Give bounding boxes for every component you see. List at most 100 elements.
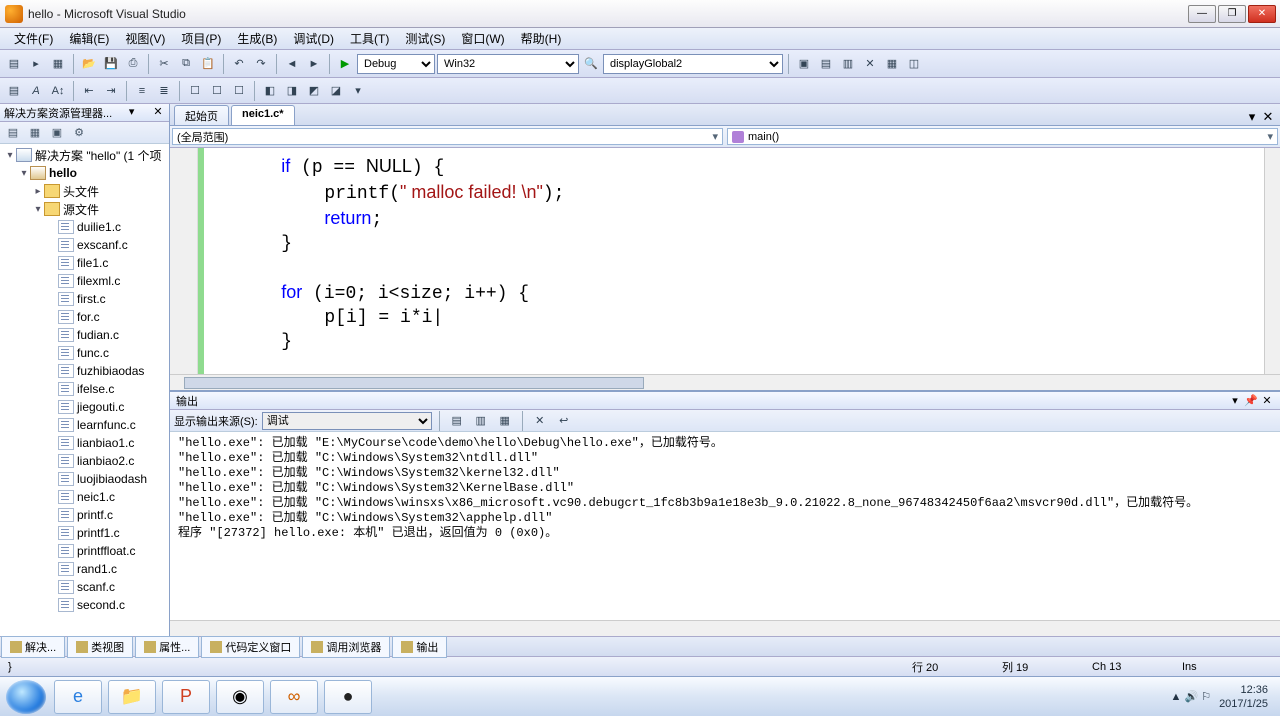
new-project-button[interactable]: ▤ (4, 54, 24, 74)
scope-select[interactable]: (全局范围)▾ (172, 128, 723, 145)
tb2-a[interactable]: ▤ (4, 81, 24, 101)
code-editor[interactable]: if (p == NULL) { printf(" malloc failed!… (170, 148, 1280, 374)
output-hscrollbar[interactable] (170, 620, 1280, 636)
comment-button[interactable]: ≡ (132, 81, 152, 101)
open-button[interactable]: 📂 (79, 54, 99, 74)
out-tb-c[interactable]: ▦ (495, 411, 515, 431)
save-all-button[interactable]: ⎙ (123, 54, 143, 74)
tb2-g[interactable]: ◧ (260, 81, 280, 101)
tab-close-button[interactable]: ✕ (1260, 109, 1276, 125)
output-text[interactable]: "hello.exe": 已加载 "E:\MyCourse\code\demo\… (170, 432, 1280, 620)
out-tb-b[interactable]: ▥ (471, 411, 491, 431)
file-item[interactable]: rand1.c (0, 560, 169, 578)
file-item[interactable]: scanf.c (0, 578, 169, 596)
redo-button[interactable]: ↷ (251, 54, 271, 74)
start-debug-button[interactable]: ▶ (335, 54, 355, 74)
new-item-button[interactable]: ▸ (26, 54, 46, 74)
menu-1[interactable]: 编辑(E) (61, 28, 117, 49)
menu-6[interactable]: 工具(T) (342, 28, 397, 49)
file-item[interactable]: fudian.c (0, 326, 169, 344)
task-chrome[interactable]: ◉ (216, 680, 264, 714)
file-item[interactable]: neic1.c (0, 488, 169, 506)
tb2-h[interactable]: ◨ (282, 81, 302, 101)
solx-close-button[interactable]: ✕ (151, 106, 165, 120)
platform-select[interactable]: Win32 (437, 54, 579, 74)
close-button[interactable]: ✕ (1248, 5, 1276, 23)
headers-folder[interactable]: 头文件 (63, 183, 99, 200)
menu-8[interactable]: 窗口(W) (453, 28, 512, 49)
menu-2[interactable]: 视图(V) (117, 28, 173, 49)
config-select[interactable]: Debug (357, 54, 435, 74)
menu-4[interactable]: 生成(B) (229, 28, 285, 49)
task-explorer[interactable]: 📁 (108, 680, 156, 714)
find-button[interactable]: 🔍 (581, 54, 601, 74)
task-obs[interactable]: ● (324, 680, 372, 714)
tb-e[interactable]: ▦ (882, 54, 902, 74)
menu-0[interactable]: 文件(F) (6, 28, 61, 49)
out-clear-button[interactable]: ✕ (530, 411, 550, 431)
file-item[interactable]: luojibiaodash (0, 470, 169, 488)
tb2-c[interactable]: A↕ (48, 81, 68, 101)
tb2-b[interactable]: A (26, 81, 46, 101)
file-item[interactable]: learnfunc.c (0, 416, 169, 434)
find-select[interactable]: displayGlobal2 (603, 54, 783, 74)
tb2-j[interactable]: ◪ (326, 81, 346, 101)
solx-pin-button[interactable]: ▾ (125, 106, 139, 120)
editor-hscrollbar[interactable] (170, 374, 1280, 390)
tray-icons[interactable]: ▲ 🔊 ⚐ (1171, 690, 1212, 703)
minimize-button[interactable]: — (1188, 5, 1216, 23)
bottom-tab-2[interactable]: 属性... (135, 636, 199, 658)
solx-tb-d[interactable]: ⚙ (70, 125, 88, 141)
tb-d[interactable]: ✕ (860, 54, 880, 74)
indent-dec-button[interactable]: ⇤ (79, 81, 99, 101)
tab-menu-button[interactable]: ▾ (1244, 109, 1260, 125)
file-item[interactable]: lianbiao1.c (0, 434, 169, 452)
paste-button[interactable]: 📋 (198, 54, 218, 74)
file-item[interactable]: printf.c (0, 506, 169, 524)
file-item[interactable]: duilie1.c (0, 218, 169, 236)
menu-9[interactable]: 帮助(H) (513, 28, 570, 49)
file-item[interactable]: printf1.c (0, 524, 169, 542)
bottom-tab-5[interactable]: 输出 (392, 636, 447, 658)
file-item[interactable]: func.c (0, 344, 169, 362)
menu-3[interactable]: 项目(P) (173, 28, 229, 49)
tb-f[interactable]: ◫ (904, 54, 924, 74)
file-item[interactable]: second.c (0, 596, 169, 614)
tb2-f[interactable]: ☐ (229, 81, 249, 101)
indent-inc-button[interactable]: ⇥ (101, 81, 121, 101)
tab-startpage[interactable]: 起始页 (174, 105, 229, 125)
output-close-button[interactable]: ✕ (1260, 394, 1274, 408)
solution-tree[interactable]: ▾解决方案 "hello" (1 个项 ▾hello ▸头文件 ▾源文件 dui… (0, 144, 169, 636)
bottom-tab-1[interactable]: 类视图 (67, 636, 133, 658)
undo-button[interactable]: ↶ (229, 54, 249, 74)
tb2-d[interactable]: ☐ (185, 81, 205, 101)
out-tb-a[interactable]: ▤ (447, 411, 467, 431)
tb-c[interactable]: ▥ (838, 54, 858, 74)
tb2-e[interactable]: ☐ (207, 81, 227, 101)
task-ppt[interactable]: P (162, 680, 210, 714)
start-button[interactable] (6, 680, 46, 714)
add-button[interactable]: ▦ (48, 54, 68, 74)
out-wrap-button[interactable]: ↩ (554, 411, 574, 431)
file-item[interactable]: first.c (0, 290, 169, 308)
bottom-tab-3[interactable]: 代码定义窗口 (201, 636, 300, 658)
uncomment-button[interactable]: ≣ (154, 81, 174, 101)
file-item[interactable]: fuzhibiaodas (0, 362, 169, 380)
file-item[interactable]: jiegouti.c (0, 398, 169, 416)
file-item[interactable]: ifelse.c (0, 380, 169, 398)
nav-fwd-button[interactable]: ► (304, 54, 324, 74)
tb-a[interactable]: ▣ (794, 54, 814, 74)
solx-tb-c[interactable]: ▣ (48, 125, 66, 141)
copy-button[interactable]: ⧉ (176, 54, 196, 74)
solx-tb-a[interactable]: ▤ (4, 125, 22, 141)
task-vs[interactable]: ∞ (270, 680, 318, 714)
tb-b[interactable]: ▤ (816, 54, 836, 74)
save-button[interactable]: 💾 (101, 54, 121, 74)
file-item[interactable]: printffloat.c (0, 542, 169, 560)
editor-vscrollbar[interactable] (1264, 148, 1280, 374)
file-item[interactable]: filexml.c (0, 272, 169, 290)
menu-5[interactable]: 调试(D) (285, 28, 342, 49)
solx-tb-b[interactable]: ▦ (26, 125, 44, 141)
clock[interactable]: 12:36 2017/1/25 (1219, 683, 1274, 711)
function-select[interactable]: main()▾ (727, 128, 1278, 145)
